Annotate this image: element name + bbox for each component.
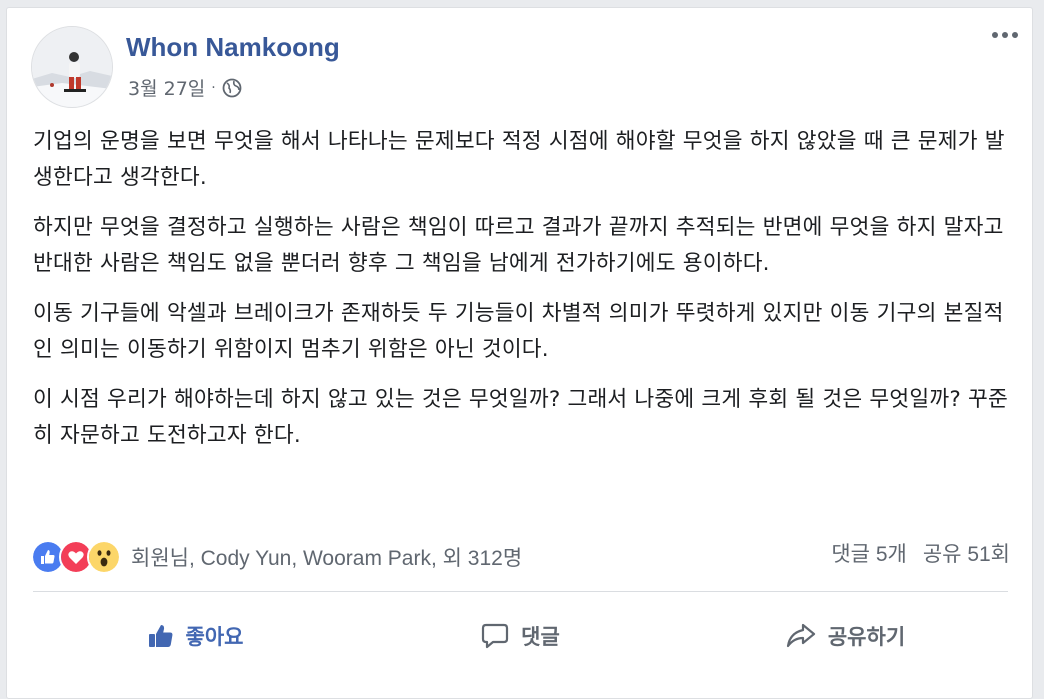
comment-button[interactable]: 댓글	[358, 606, 683, 666]
comment-icon	[482, 623, 509, 649]
author-avatar[interactable]	[31, 26, 113, 108]
more-dot-icon	[1002, 32, 1008, 38]
post-actions: 좋아요 댓글 공유하기	[33, 606, 1008, 666]
post-date[interactable]: 3월 27일	[128, 74, 205, 101]
share-count[interactable]: 공유 51회	[923, 540, 1010, 570]
share-button-label: 공유하기	[827, 625, 906, 649]
like-button-label: 좋아요	[185, 625, 244, 649]
wow-reaction-icon	[87, 540, 121, 574]
more-dot-icon	[1012, 32, 1018, 38]
divider	[33, 591, 1008, 592]
post-paragraph: 이 시점 우리가 해야하는데 하지 않고 있는 것은 무엇일까? 그래서 나중에…	[33, 387, 1008, 448]
post-card: Whon Namkoong 3월 27일 · 기업의 운명을 보면 무엇을 해서…	[6, 7, 1033, 699]
globe-icon[interactable]	[222, 78, 242, 98]
post-paragraph: 하지만 무엇을 결정하고 실행하는 사람은 책임이 따르고 결과가 끝까지 추적…	[33, 215, 1004, 276]
post-meta: 3월 27일 ·	[128, 74, 242, 101]
meta-separator: ·	[211, 79, 216, 96]
like-button[interactable]: 좋아요	[33, 606, 358, 666]
comment-count[interactable]: 댓글 5개	[831, 540, 906, 570]
thumbs-up-icon	[148, 625, 172, 647]
more-dot-icon	[992, 32, 998, 38]
post-body: 기업의 운명을 보면 무엇을 해서 나타나는 문제보다 적정 시점에 해야할 무…	[33, 124, 1018, 468]
author-name[interactable]: Whon Namkoong	[126, 32, 340, 63]
post-paragraph: 이동 기구들에 악셀과 브레이크가 존재하듯 두 기능들이 차별적 의미가 뚜렷…	[33, 301, 1004, 362]
reaction-names[interactable]: 회원님, Cody Yun, Wooram Park, 외 312명	[131, 542, 522, 572]
reaction-summary[interactable]: 회원님, Cody Yun, Wooram Park, 외 312명	[31, 540, 522, 574]
share-arrow-icon	[786, 623, 815, 648]
engagement-counts: 댓글 5개 공유 51회	[831, 540, 1010, 570]
more-options-button[interactable]	[992, 32, 1018, 38]
comment-button-label: 댓글	[521, 625, 560, 649]
post-paragraph: 기업의 운명을 보면 무엇을 해서 나타나는 문제보다 적정 시점에 해야할 무…	[33, 129, 1005, 190]
avatar-photo	[32, 27, 112, 107]
share-button[interactable]: 공유하기	[683, 606, 1008, 666]
